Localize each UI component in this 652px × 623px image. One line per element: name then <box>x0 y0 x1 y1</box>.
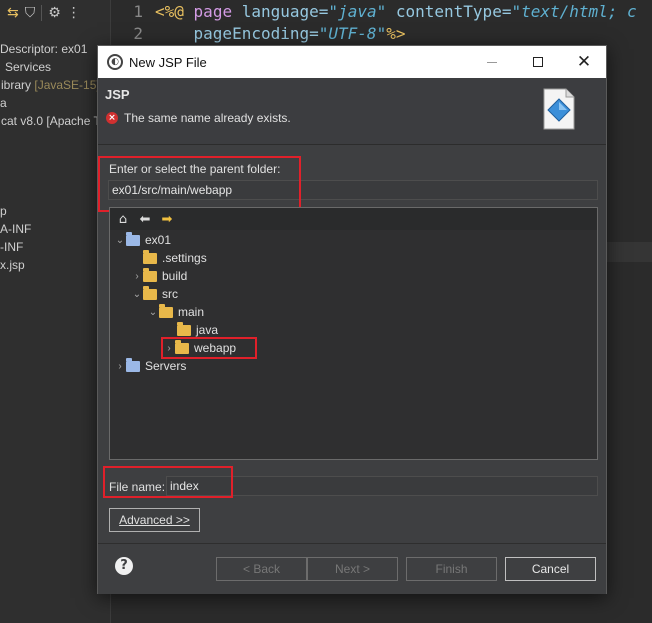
back-arrow-icon[interactable]: ⬅ <box>136 212 154 227</box>
parent-folder-input[interactable]: ex01/src/main/webapp <box>108 180 598 200</box>
wizard-body: Enter or select the parent folder: ex01/… <box>98 146 606 541</box>
explorer-item[interactable]: ibrary [JavaSE-15] <box>1 78 100 92</box>
more-menu-icon[interactable]: ⋮ <box>67 6 81 20</box>
code-line-1: <%@ page language="java" contentType="te… <box>155 2 637 21</box>
wizard-page-title: JSP <box>105 87 130 102</box>
filter-icon[interactable]: ⛉ <box>25 6 36 20</box>
folder-icon <box>175 339 189 354</box>
wizard-banner: JSP × The same name already exists. <box>98 78 606 145</box>
explorer-item[interactable]: Services <box>5 60 51 74</box>
tree-item-label: build <box>162 269 188 283</box>
close-button[interactable]: ✕ <box>561 46 607 78</box>
current-line-highlight <box>607 242 652 262</box>
tree-item-java[interactable]: java <box>165 321 218 339</box>
chevron-right-icon[interactable]: › <box>163 343 175 354</box>
project-icon <box>126 231 140 246</box>
wizard-footer: ? < Back Next > Finish Cancel <box>98 543 606 594</box>
toolbar-divider <box>41 5 43 21</box>
back-button[interactable]: < Back <box>216 557 307 581</box>
folder-tree[interactable]: ⌂ ⬅ ➡ ⌄ ex01 .settings › build ⌄ src ⌄ m… <box>109 207 598 460</box>
explorer-item[interactable]: cat v8.0 [Apache T <box>1 114 101 128</box>
code-line-2: pageEncoding="UTF-8"%> <box>193 24 406 43</box>
finish-button[interactable]: Finish <box>406 557 497 581</box>
file-name-label: File name: <box>109 480 166 494</box>
advanced-button-label: Advanced >> <box>119 513 190 527</box>
tree-item-label: ex01 <box>145 233 172 247</box>
link-editor-icon[interactable]: ⇆ <box>7 6 19 20</box>
chevron-right-icon[interactable]: › <box>114 361 126 372</box>
chevron-down-icon[interactable]: ⌄ <box>114 235 126 246</box>
project-explorer-panel: ⇆ ⛉ ⚙ ⋮ Descriptor: ex01 Services ibrary… <box>0 0 111 623</box>
tree-item-label: .settings <box>162 251 207 265</box>
error-message: The same name already exists. <box>124 111 291 125</box>
explorer-item[interactable]: a <box>0 96 7 110</box>
chevron-down-icon[interactable]: ⌄ <box>131 289 143 300</box>
dialog-titlebar[interactable]: ◐ New JSP File ✕ <box>98 46 606 78</box>
file-name-input[interactable]: index <box>166 476 598 496</box>
dialog-title: New JSP File <box>129 54 207 70</box>
tree-item-label: src <box>162 287 178 301</box>
folder-icon <box>177 321 191 336</box>
folder-icon <box>143 267 157 282</box>
tree-item-ex01[interactable]: ⌄ ex01 <box>114 231 171 249</box>
explorer-item[interactable]: Descriptor: ex01 <box>0 42 87 56</box>
explorer-toolbar: ⇆ ⛉ ⚙ ⋮ <box>0 0 110 26</box>
cancel-button[interactable]: Cancel <box>505 557 596 581</box>
new-jsp-file-dialog: ◐ New JSP File ✕ JSP × The same name alr… <box>97 45 607 594</box>
tree-item-settings[interactable]: .settings <box>131 249 207 267</box>
close-icon: ✕ <box>576 52 592 72</box>
advanced-button[interactable]: Advanced >> <box>109 508 200 532</box>
eclipse-icon: ◐ <box>107 54 123 70</box>
tree-item-main[interactable]: ⌄ main <box>147 303 204 321</box>
help-icon[interactable]: ? <box>115 557 133 575</box>
chevron-right-icon[interactable]: › <box>131 271 143 282</box>
forward-arrow-icon[interactable]: ➡ <box>158 212 176 227</box>
tree-item-servers[interactable]: › Servers <box>114 357 186 375</box>
maximize-icon <box>533 57 543 67</box>
line-number: 1 <box>133 2 143 21</box>
chevron-down-icon[interactable]: ⌄ <box>147 307 159 318</box>
tree-item-build[interactable]: › build <box>131 267 187 285</box>
tree-toolbar: ⌂ ⬅ ➡ <box>110 208 597 230</box>
next-button[interactable]: Next > <box>307 557 398 581</box>
tree-item-label: webapp <box>194 341 237 355</box>
folder-icon <box>143 249 157 264</box>
home-icon[interactable]: ⌂ <box>114 212 132 227</box>
line-number: 2 <box>133 24 143 43</box>
explorer-item[interactable]: p <box>0 204 7 218</box>
minimize-button[interactable] <box>469 46 515 78</box>
error-icon: × <box>106 112 118 124</box>
tree-item-label: java <box>196 323 219 337</box>
parent-folder-label: Enter or select the parent folder: <box>109 162 281 176</box>
view-options-icon[interactable]: ⚙ <box>48 6 61 20</box>
tree-item-label: Servers <box>145 359 187 373</box>
minimize-icon <box>487 61 497 63</box>
servers-icon <box>126 357 140 372</box>
folder-icon <box>143 285 157 300</box>
explorer-item[interactable]: x.jsp <box>0 258 25 272</box>
jsp-wizard-icon <box>543 88 575 130</box>
explorer-item[interactable]: -INF <box>0 240 23 254</box>
explorer-item[interactable]: A-INF <box>0 222 31 236</box>
maximize-button[interactable] <box>515 46 561 78</box>
folder-icon <box>159 303 173 318</box>
tree-item-src[interactable]: ⌄ src <box>131 285 178 303</box>
tree-item-webapp[interactable]: › webapp <box>163 339 236 357</box>
tree-item-label: main <box>178 305 205 319</box>
